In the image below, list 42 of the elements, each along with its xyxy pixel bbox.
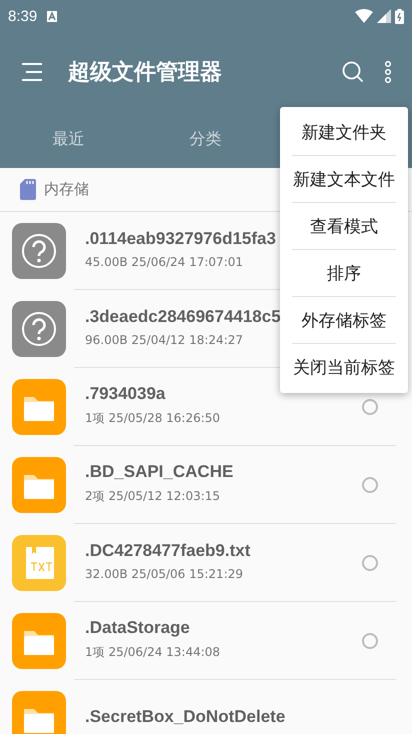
menu-item[interactable]: 新建文件夹 — [292, 109, 396, 156]
file-details: 32.00B 25/05/06 15:21:29 — [85, 567, 244, 581]
select-radio[interactable] — [362, 399, 378, 415]
notification-icon — [47, 10, 58, 22]
more-icon[interactable] — [384, 60, 392, 82]
folder-icon — [12, 457, 66, 513]
sd-card-icon — [20, 179, 36, 200]
battery-icon — [395, 8, 404, 24]
menu-item[interactable]: 排序 — [292, 250, 396, 297]
file-name[interactable]: .BD_SAPI_CACHE — [85, 462, 234, 482]
menu-item[interactable]: 外存储标签 — [292, 297, 396, 344]
menu-item[interactable]: 查看模式 — [292, 203, 396, 250]
app-title: 超级文件管理器 — [68, 58, 222, 86]
file-details: 96.00B 25/04/12 18:24:27 — [85, 333, 244, 347]
select-radio[interactable] — [362, 555, 378, 571]
text-file-icon — [12, 535, 66, 591]
folder-icon — [12, 613, 66, 669]
tab[interactable]: 分类 — [137, 111, 274, 168]
unknown-file-icon — [12, 223, 66, 279]
file-details: 1项 25/06/24 13:44:08 — [85, 644, 220, 660]
select-radio[interactable] — [362, 633, 378, 649]
file-details: 1项 25/05/28 16:26:50 — [85, 410, 220, 426]
wifi-icon — [355, 9, 373, 23]
storage-label[interactable]: 内存储 — [44, 180, 89, 199]
file-name[interactable]: .SecretBox_DoNotDelete — [85, 707, 286, 727]
menu-item[interactable]: 新建文本文件 — [292, 156, 396, 203]
tab[interactable]: 最近 — [0, 111, 137, 168]
file-details: 45.00B 25/06/24 17:07:01 — [85, 255, 244, 269]
select-radio[interactable] — [362, 477, 378, 493]
search-icon[interactable] — [342, 60, 364, 82]
file-name[interactable]: .DC4278477faeb9.txt — [85, 541, 250, 561]
unknown-file-icon — [12, 301, 66, 357]
menu-icon[interactable] — [20, 62, 44, 80]
file-details: 2项 25/05/12 12:03:15 — [85, 488, 222, 504]
folder-icon — [12, 379, 66, 435]
signal-icon — [377, 9, 391, 23]
file-name[interactable]: .DataStorage — [85, 618, 220, 638]
file-name[interactable]: .0114eab9327976d15fa3 — [85, 229, 276, 249]
status-time: 8:39 — [8, 8, 38, 24]
file-name[interactable]: .3deaedc28469674418c5 — [85, 307, 281, 327]
menu-item[interactable]: 关闭当前标签 — [292, 344, 396, 391]
file-name[interactable]: .7934039a — [85, 384, 220, 404]
